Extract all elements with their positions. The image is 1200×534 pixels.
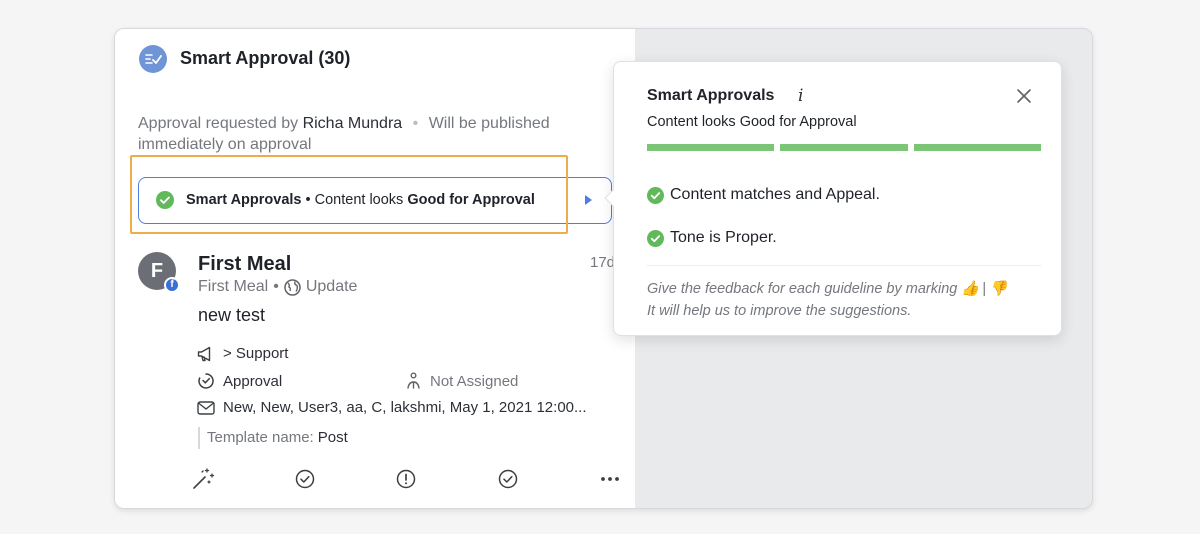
progress-segment [780, 144, 908, 151]
popover-title: Smart Approvals [647, 87, 775, 104]
approval-panel: Smart Approval (30) Approval requested b… [115, 29, 635, 508]
highlight-box [130, 155, 568, 234]
progress-segment [914, 144, 1041, 151]
feedback-note: Give the feedback for each guideline by … [647, 278, 1007, 322]
thumbs-up-icon[interactable]: 👍 [961, 281, 979, 297]
request-prefix: Approval requested by [138, 115, 299, 132]
assignee-value: Not Assigned [430, 372, 519, 390]
queue-row: > Support [197, 345, 288, 362]
magic-wand-icon[interactable] [191, 467, 215, 491]
post-body: new test [198, 305, 266, 325]
assignee-row[interactable]: Not Assigned [405, 372, 518, 390]
tags-row: New, New, User3, aa, C, lakshmi, May 1, … [197, 399, 587, 416]
facebook-icon: f [164, 277, 180, 293]
separator-dot: • [412, 115, 419, 132]
info-icon[interactable]: i [798, 86, 803, 106]
template-value: Post [317, 429, 348, 446]
alert-circle-icon[interactable] [394, 467, 418, 491]
close-icon[interactable] [1014, 86, 1034, 106]
queue-value: > Support [223, 345, 289, 362]
more-icon[interactable] [598, 467, 622, 491]
check-circle-icon[interactable] [496, 467, 520, 491]
check-circle-icon [647, 186, 664, 204]
status-value: Approval [223, 372, 283, 390]
thumbs-down-icon[interactable]: 👎 [989, 281, 1007, 297]
globe-icon [284, 278, 301, 296]
popover-subtitle: Content looks Good for Approval [647, 114, 857, 130]
post-subtitle: First Meal • Update [198, 278, 357, 296]
tags-value: New, New, User3, aa, C, lakshmi, May 1, … [223, 399, 587, 416]
post-title[interactable]: First Meal [198, 253, 291, 276]
template-row: Template name: Post [198, 427, 348, 449]
feedback-line-1: Give the feedback for each guideline by … [647, 281, 958, 297]
account-name: First Meal [198, 278, 269, 295]
megaphone-icon [197, 346, 211, 361]
feedback-separator: | [982, 281, 987, 297]
status-row: Approval [197, 372, 282, 390]
approval-request-info: Approval requested by Richa Mundra • Wil… [138, 113, 608, 155]
panel-title: Smart Approval (30) [180, 48, 351, 68]
post-type: Update [305, 278, 358, 295]
guideline-item: Tone is Proper. [647, 229, 777, 247]
guideline-label: Tone is Proper. [670, 229, 777, 246]
assign-user-icon [407, 372, 420, 389]
guideline-item: Content matches and Appeal. [647, 186, 880, 204]
caret-right-icon[interactable] [585, 195, 592, 205]
progress-circle-icon [198, 373, 214, 389]
guideline-label: Content matches and Appeal. [670, 186, 880, 203]
approval-icon [139, 45, 167, 73]
check-circle-icon[interactable] [293, 467, 317, 491]
divider [647, 265, 1041, 266]
check-circle-icon [647, 229, 664, 247]
post-age: 17d [590, 254, 616, 271]
requester-name[interactable]: Richa Mundra [303, 115, 403, 132]
progress-segment [647, 144, 774, 151]
mail-icon [197, 400, 215, 415]
feedback-line-2: It will help us to improve the suggestio… [647, 303, 912, 319]
smart-approvals-popover: Smart Approvals i Content looks Good for… [604, 61, 1062, 336]
separator-dot: • [273, 278, 279, 295]
template-label: Template name: [207, 429, 314, 446]
